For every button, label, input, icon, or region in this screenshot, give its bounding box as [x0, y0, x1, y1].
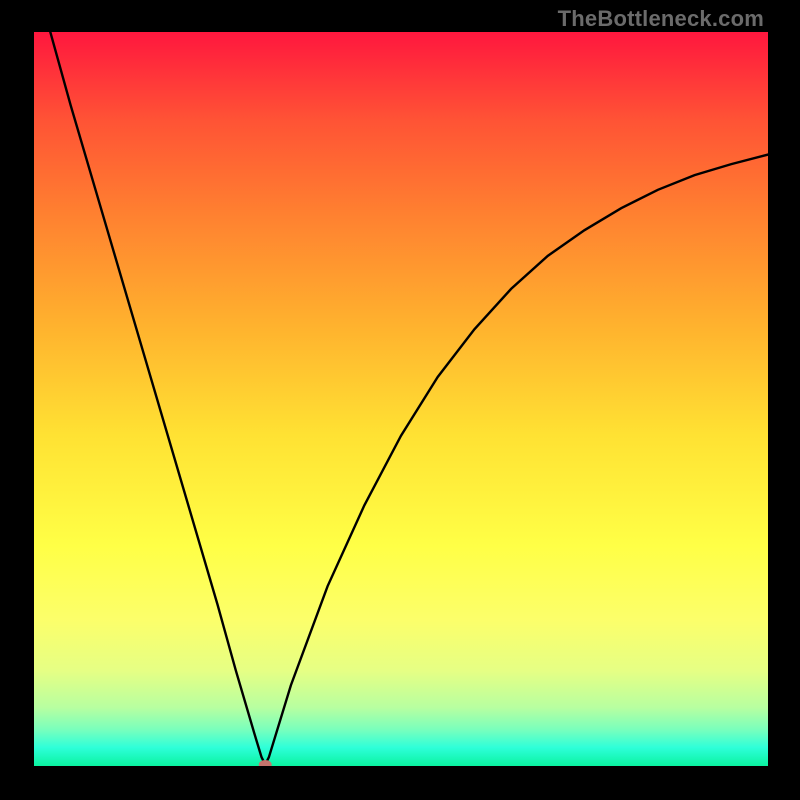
plot-area — [34, 32, 768, 766]
chart-frame: TheBottleneck.com — [0, 0, 800, 800]
minimum-marker — [259, 760, 272, 766]
bottleneck-curve-path — [34, 32, 768, 765]
chart-svg — [34, 32, 768, 766]
watermark-text: TheBottleneck.com — [558, 6, 764, 32]
